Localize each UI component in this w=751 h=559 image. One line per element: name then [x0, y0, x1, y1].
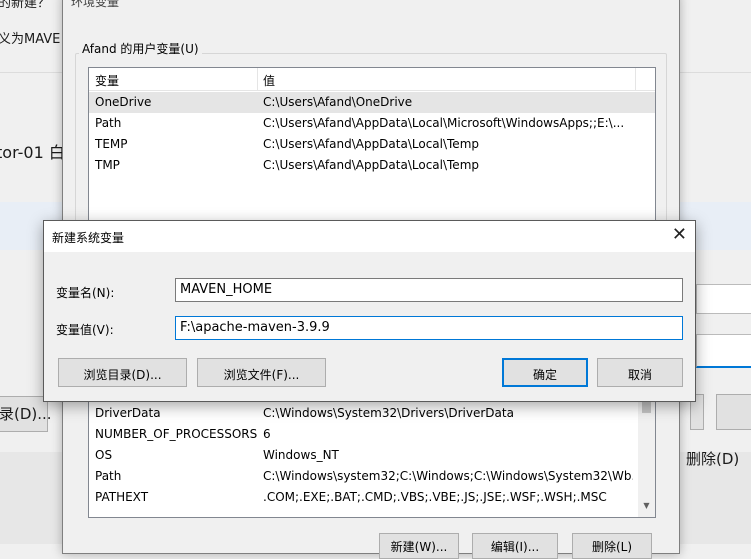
variable-name-field[interactable]: MAVEN_HOME	[175, 278, 683, 302]
dialog-title: 新建系统变量	[52, 231, 125, 245]
background-textbox-1[interactable]	[696, 284, 751, 314]
system-variable-row[interactable]: NUMBER_OF_PROCESSORS 6	[89, 424, 655, 445]
column-separator[interactable]	[635, 68, 636, 91]
user-variable-row[interactable]: TMP C:\Users\Afand\AppData\Local\Temp	[89, 155, 655, 176]
user-list-header: 变量 值	[89, 68, 655, 91]
variable-value-field[interactable]: F:\apache-maven-3.9.9	[175, 316, 683, 340]
column-header-name[interactable]: 变量	[95, 72, 119, 89]
system-variable-row[interactable]: Path C:\Windows\system32;C:\Windows;C:\W…	[89, 466, 655, 487]
background-button-right[interactable]	[716, 394, 751, 430]
new-variable-button[interactable]: 新建(W)...	[379, 533, 459, 559]
system-variable-row[interactable]: OS Windows_NT	[89, 445, 655, 466]
background-delete-button[interactable]: 删除(D)	[686, 448, 739, 469]
column-header-value[interactable]: 值	[263, 72, 275, 89]
background-text-tor: tor-01 白	[0, 143, 65, 162]
variable-name: OneDrive	[95, 95, 152, 109]
variable-value: 6	[263, 427, 271, 441]
background-browse-button[interactable]: 录(D)...	[0, 396, 52, 432]
variable-name: PATHEXT	[95, 490, 149, 504]
variable-value: C:\Windows\System32\Drivers\DriverData	[263, 406, 514, 420]
system-list-scrollbar[interactable]: ▼	[638, 391, 655, 517]
variable-name: NUMBER_OF_PROCESSORS	[95, 427, 258, 441]
env-dialog-close-icon[interactable]: ✕	[655, 0, 667, 5]
system-variable-row[interactable]: DriverData C:\Windows\System32\Drivers\D…	[89, 403, 655, 424]
scroll-down-arrow-icon[interactable]: ▼	[638, 497, 655, 514]
variable-name: Path	[95, 469, 122, 483]
browse-file-button[interactable]: 浏览文件(F)...	[197, 358, 326, 387]
user-variable-row[interactable]: TEMP C:\Users\Afand\AppData\Local\Temp	[89, 134, 655, 155]
cancel-button[interactable]: 取消	[597, 358, 683, 387]
background-textbox-2[interactable]	[696, 334, 751, 368]
variable-name: Path	[95, 116, 122, 130]
system-variables-list[interactable]: DriverData C:\Windows\System32\Drivers\D…	[88, 390, 656, 518]
system-variable-row[interactable]: PATHEXT .COM;.EXE;.BAT;.CMD;.VBS;.VBE;.J…	[89, 487, 655, 508]
variable-value: .COM;.EXE;.BAT;.CMD;.VBS;.VBE;.JS;.JSE;.…	[263, 490, 607, 504]
variable-value: Windows_NT	[263, 448, 339, 462]
variable-value: C:\Users\Afand\OneDrive	[263, 95, 413, 109]
dialog-titlebar[interactable]: 新建系统变量 ✕	[44, 221, 695, 252]
delete-variable-button[interactable]: 删除(L)	[572, 533, 652, 559]
user-variable-row[interactable]: OneDrive C:\Users\Afand\OneDrive	[89, 92, 655, 113]
user-variables-group-label: Afand 的用户变量(U)	[79, 40, 202, 57]
variable-value: C:\Users\Afand\AppData\Local\Microsoft\W…	[263, 116, 625, 130]
browse-directory-button[interactable]: 浏览目录(D)...	[58, 358, 187, 387]
variable-name: TMP	[95, 158, 120, 172]
variable-value: C:\Users\Afand\AppData\Local\Temp	[263, 137, 479, 151]
variable-name: DriverData	[95, 406, 161, 420]
user-variables-list[interactable]: 变量 值 OneDrive C:\Users\Afand\OneDrive Pa…	[88, 67, 656, 235]
variable-name: TEMP	[95, 137, 128, 151]
variable-name: OS	[95, 448, 113, 462]
close-icon[interactable]: ✕	[672, 225, 687, 245]
new-system-variable-dialog: 新建系统变量 ✕ 变量名(N): MAVEN_HOME 变量值(V): F:\a…	[43, 220, 696, 402]
background-text-maven: 义为MAVE	[0, 32, 61, 47]
variable-value: C:\Windows\system32;C:\Windows;C:\Window…	[263, 469, 633, 483]
variable-name-label: 变量名(N):	[56, 286, 115, 300]
user-variable-row[interactable]: Path C:\Users\Afand\AppData\Local\Micros…	[89, 113, 655, 134]
env-dialog-title: 环境变量	[71, 0, 120, 9]
edit-variable-button[interactable]: 编辑(I)...	[472, 533, 558, 559]
ok-button[interactable]: 确定	[502, 358, 588, 387]
variable-value: C:\Users\Afand\AppData\Local\Temp	[263, 158, 479, 172]
variable-value-label: 变量值(V):	[56, 323, 114, 337]
column-separator[interactable]	[257, 68, 258, 91]
background-text-top: 的新建？	[0, 0, 51, 11]
